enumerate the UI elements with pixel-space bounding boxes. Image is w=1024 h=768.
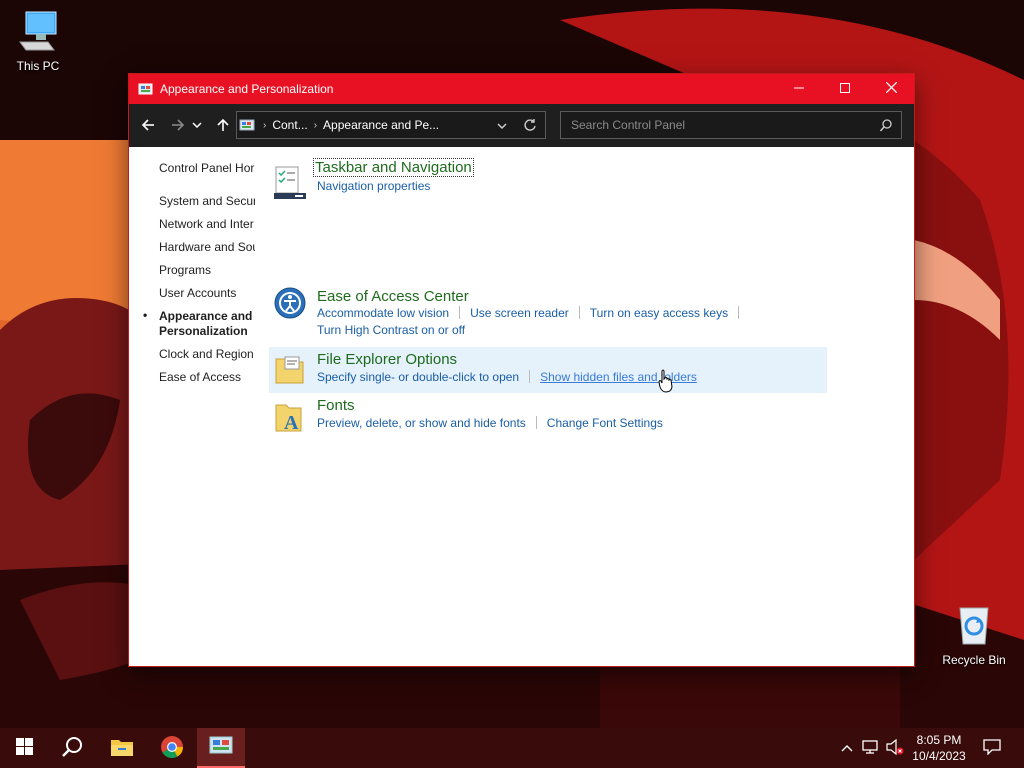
folder-options-icon[interactable] xyxy=(273,353,307,387)
link-navigation-properties[interactable]: Navigation properties xyxy=(317,179,430,193)
taskbar-chrome[interactable] xyxy=(148,728,196,768)
breadcrumb-control-panel[interactable]: Cont... xyxy=(272,118,307,132)
link-divider xyxy=(529,370,531,383)
taskbar-icon[interactable] xyxy=(273,166,307,200)
desktop-icon-label: This PC xyxy=(16,59,60,73)
network-icon xyxy=(862,739,880,758)
chrome-icon xyxy=(160,735,184,762)
tray-show-hidden-icons[interactable] xyxy=(838,728,856,768)
chevron-up-icon xyxy=(841,741,853,755)
start-button[interactable] xyxy=(0,728,48,768)
tray-volume[interactable] xyxy=(884,728,906,768)
maximize-icon xyxy=(840,82,850,96)
notification-icon xyxy=(983,738,1001,758)
link-single-double-click[interactable]: Specify single- or double-click to open xyxy=(317,370,519,384)
sidebar-item-network[interactable]: Network and Inter xyxy=(159,217,255,232)
sidebar-item-system-security[interactable]: System and Securi xyxy=(159,194,255,209)
navigation-bar: › Cont... › Appearance and Pe... xyxy=(129,104,914,147)
recent-locations-button[interactable] xyxy=(190,114,204,138)
refresh-icon xyxy=(523,119,537,135)
close-icon xyxy=(885,81,897,96)
refresh-button[interactable] xyxy=(523,118,537,135)
sidebar-item-hardware[interactable]: Hardware and Sou xyxy=(159,240,255,255)
search-box[interactable] xyxy=(560,111,902,139)
category-fonts: A Fonts Preview, delete, or show and hid… xyxy=(269,397,827,437)
forward-button[interactable] xyxy=(166,114,190,138)
recycle-bin-icon xyxy=(936,604,1012,649)
sidebar-item-label: Appearance and Personalization xyxy=(159,309,253,338)
back-button[interactable] xyxy=(136,114,160,138)
desktop-icon-recycle-bin[interactable]: Recycle Bin xyxy=(936,604,1012,667)
breadcrumb-appearance[interactable]: Appearance and Pe... xyxy=(323,118,439,132)
up-button[interactable] xyxy=(211,114,235,138)
category-taskbar-navigation: Taskbar and Navigation Navigation proper… xyxy=(269,158,827,206)
action-center-button[interactable] xyxy=(978,728,1006,768)
link-divider xyxy=(738,306,740,319)
control-panel-window: Appearance and Personalization › Cont...… xyxy=(129,74,914,666)
sidebar-item-appearance: • Appearance and Personalization xyxy=(143,308,269,339)
address-dropdown-button[interactable] xyxy=(497,120,507,134)
clock-time: 8:05 PM xyxy=(916,733,962,747)
control-panel-icon xyxy=(138,81,154,97)
link-preview-fonts[interactable]: Preview, delete, or show and hide fonts xyxy=(317,416,526,430)
tray-network[interactable] xyxy=(860,728,882,768)
category-file-explorer-options: File Explorer Options Specify single- or… xyxy=(269,347,827,393)
window-titlebar[interactable]: Appearance and Personalization xyxy=(129,74,914,104)
left-navigation: Control Panel Hor System and Securi Netw… xyxy=(143,161,259,393)
svg-text:A: A xyxy=(284,412,299,434)
link-accommodate-low-vision[interactable]: Accommodate low vision xyxy=(317,306,449,320)
hand-cursor-icon xyxy=(658,369,674,396)
volume-muted-icon xyxy=(886,738,904,758)
taskbar: 8:05 PM 10/4/2023 xyxy=(0,728,1024,768)
sidebar-item-control-panel-home[interactable]: Control Panel Hor xyxy=(159,161,255,176)
computer-icon xyxy=(0,10,76,55)
ease-of-access-icon[interactable] xyxy=(273,286,307,320)
clock-date: 10/4/2023 xyxy=(912,749,966,763)
close-button[interactable] xyxy=(868,74,914,104)
arrow-left-icon xyxy=(141,118,155,135)
control-panel-icon xyxy=(209,736,233,759)
taskbar-control-panel[interactable] xyxy=(197,728,245,768)
search-icon xyxy=(61,736,83,761)
category-title-taskbar[interactable]: Taskbar and Navigation xyxy=(313,158,474,177)
link-divider xyxy=(459,306,461,319)
link-easy-access-keys[interactable]: Turn on easy access keys xyxy=(590,306,728,320)
chevron-down-icon xyxy=(497,120,507,134)
minimize-icon xyxy=(794,82,804,96)
desktop-icon-this-pc[interactable]: This PC xyxy=(0,10,76,73)
start-icon xyxy=(15,738,33,758)
chevron-right-icon: › xyxy=(313,119,318,131)
minimize-button[interactable] xyxy=(776,74,822,104)
link-use-screen-reader[interactable]: Use screen reader xyxy=(470,306,569,320)
taskbar-file-explorer[interactable] xyxy=(98,728,146,768)
content-area: Control Panel Hor System and Securi Netw… xyxy=(129,147,914,666)
sidebar-item-clock-region[interactable]: Clock and Region xyxy=(159,347,255,362)
taskbar-clock[interactable]: 8:05 PM 10/4/2023 xyxy=(904,732,974,764)
current-bullet: • xyxy=(143,308,148,322)
fonts-icon[interactable]: A xyxy=(273,401,307,435)
link-change-font-settings[interactable]: Change Font Settings xyxy=(547,416,663,430)
control-panel-icon xyxy=(239,117,257,133)
chevron-down-icon xyxy=(192,119,202,133)
file-explorer-icon xyxy=(110,737,134,760)
link-divider xyxy=(578,306,580,319)
category-title-ease-of-access[interactable]: Ease of Access Center xyxy=(317,288,469,305)
search-icon[interactable] xyxy=(879,119,892,135)
search-input[interactable] xyxy=(569,117,873,133)
arrow-up-icon xyxy=(216,118,230,135)
chevron-right-icon: › xyxy=(263,119,267,131)
sidebar-item-ease-of-access[interactable]: Ease of Access xyxy=(159,370,255,385)
window-title: Appearance and Personalization xyxy=(160,82,334,96)
link-divider xyxy=(535,416,537,429)
maximize-button[interactable] xyxy=(822,74,868,104)
sidebar-item-programs[interactable]: Programs xyxy=(159,263,255,278)
desktop-icon-label: Recycle Bin xyxy=(942,653,1006,667)
sidebar-item-user-accounts[interactable]: User Accounts xyxy=(159,286,255,301)
link-high-contrast[interactable]: Turn High Contrast on or off xyxy=(317,323,465,337)
category-title-fonts[interactable]: Fonts xyxy=(317,397,355,414)
taskbar-search-button[interactable] xyxy=(48,728,96,768)
category-title-file-explorer[interactable]: File Explorer Options xyxy=(317,351,457,368)
arrow-right-icon xyxy=(171,118,185,135)
address-bar[interactable]: › Cont... › Appearance and Pe... xyxy=(236,111,546,139)
